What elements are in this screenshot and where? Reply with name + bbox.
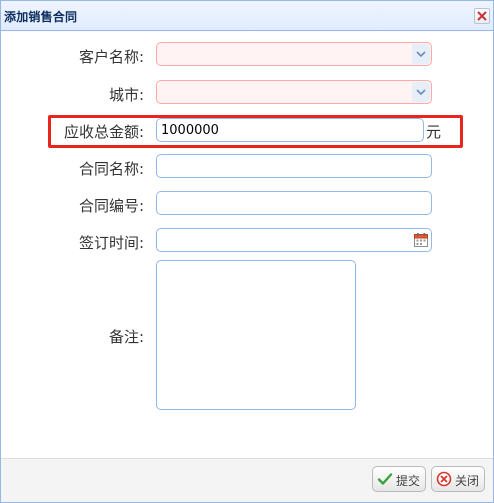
receivable-amount-value: 1000000 bbox=[161, 123, 219, 138]
amount-unit: 元 bbox=[426, 123, 442, 141]
city-combobox[interactable] bbox=[156, 80, 432, 104]
customer-name-dropdown-arrow[interactable] bbox=[412, 44, 430, 64]
receivable-amount-label: 应收总金额: bbox=[63, 123, 144, 141]
calendar-icon[interactable] bbox=[413, 232, 429, 248]
close-button[interactable]: 关闭 bbox=[431, 466, 485, 492]
receivable-amount-input[interactable]: 1000000 bbox=[156, 118, 424, 142]
submit-button[interactable]: 提交 bbox=[372, 466, 426, 492]
customer-name-combobox[interactable] bbox=[156, 42, 432, 66]
contract-name-input[interactable] bbox=[156, 154, 432, 178]
sign-time-label: 签订时间: bbox=[78, 234, 144, 252]
checkmark-icon bbox=[377, 473, 393, 485]
dialog-footer: 提交 关闭 bbox=[1, 458, 493, 502]
close-icon[interactable] bbox=[474, 8, 490, 24]
dialog-title: 添加销售合同 bbox=[4, 10, 78, 24]
customer-name-label: 客户名称: bbox=[78, 48, 144, 66]
city-label: 城市: bbox=[108, 86, 144, 104]
chevron-down-icon bbox=[416, 51, 426, 57]
chevron-down-icon bbox=[416, 89, 426, 95]
cancel-icon bbox=[436, 471, 452, 487]
contract-name-label: 合同名称: bbox=[78, 160, 144, 178]
close-label: 关闭 bbox=[455, 474, 480, 488]
add-sales-contract-dialog: 添加销售合同 客户名称: 城市: 应收总金额: 1000000 元 合同名称: … bbox=[0, 0, 494, 503]
city-dropdown-arrow[interactable] bbox=[412, 82, 430, 102]
contract-number-label: 合同编号: bbox=[78, 197, 144, 215]
remarks-textarea[interactable] bbox=[156, 260, 356, 410]
sign-time-datebox[interactable] bbox=[156, 228, 432, 252]
remarks-label: 备注: bbox=[108, 328, 144, 346]
dialog-titlebar: 添加销售合同 bbox=[1, 1, 493, 31]
submit-label: 提交 bbox=[396, 474, 421, 488]
contract-number-input[interactable] bbox=[156, 191, 432, 215]
